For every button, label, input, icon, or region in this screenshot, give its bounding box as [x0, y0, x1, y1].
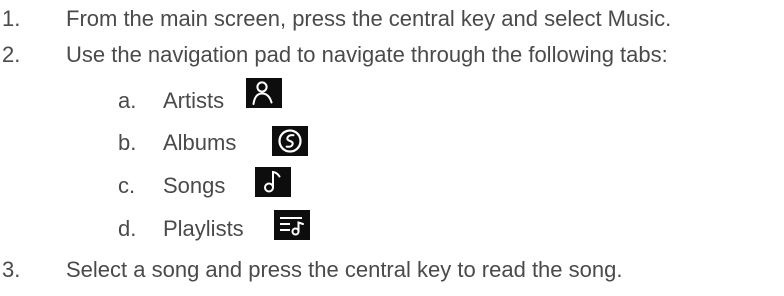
step-number: 1.: [2, 6, 21, 31]
step-number: 2.: [2, 42, 21, 67]
artist-person-icon: [246, 78, 282, 108]
sub-item-label: Songs: [163, 173, 226, 198]
sub-item-letter: d.: [118, 216, 137, 241]
sub-item-label: Artists: [163, 88, 225, 113]
sub-item-letter: b.: [118, 130, 137, 155]
sub-item-letter: c.: [118, 173, 136, 198]
music-note-icon: [255, 167, 291, 197]
step-number: 3.: [2, 257, 21, 282]
sub-item-letter: a.: [118, 88, 137, 113]
step-text: Use the navigation pad to navigate throu…: [66, 42, 668, 67]
sub-item-label: Albums: [163, 130, 237, 155]
step-text: Select a song and press the central key …: [66, 257, 623, 282]
step-text: From the main screen, press the central …: [66, 6, 672, 31]
sub-item-label: Playlists: [163, 216, 244, 241]
playlist-icon: [274, 210, 310, 240]
album-disc-icon: [272, 126, 308, 156]
